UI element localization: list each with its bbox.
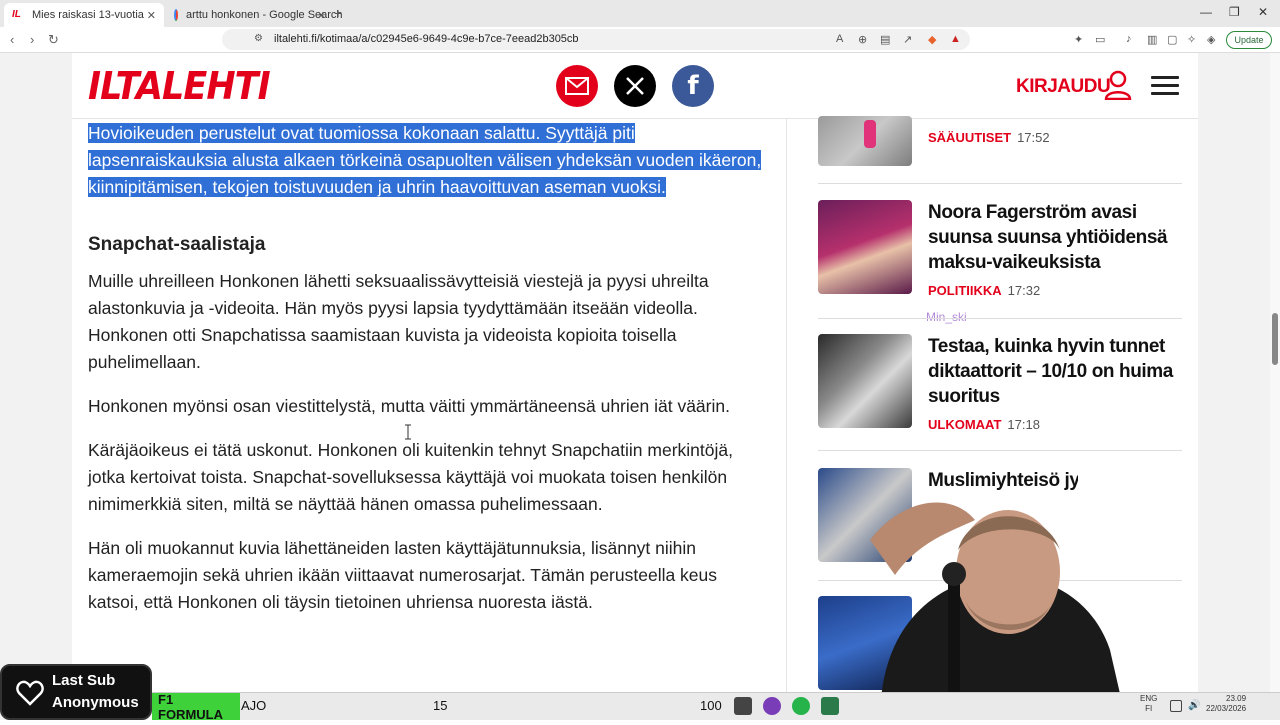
close-tab-icon[interactable]: ✕ (317, 9, 326, 22)
x-share-icon[interactable] (614, 65, 656, 107)
language-indicator[interactable]: ENG FI (1140, 694, 1157, 714)
clock-date: 22/03/2026 (1206, 704, 1247, 713)
last-sub-name: Anonymous (52, 694, 139, 711)
email-share-icon[interactable] (556, 65, 598, 107)
site-logo[interactable]: ILTALEHTI (88, 64, 271, 108)
forward-icon[interactable]: › (30, 32, 34, 47)
ticker-text: AJO (241, 698, 267, 713)
brave-shield-icon[interactable]: ◆ (928, 33, 940, 46)
news-meta: POLITIIKKA 17:32 (928, 283, 1040, 298)
news-meta: ULKOMAAT 17:18 (928, 417, 1040, 432)
ticker-number: 100 (700, 698, 722, 713)
column-divider (786, 119, 787, 699)
minimize-icon[interactable]: — (1200, 5, 1212, 19)
article-subheading: Snapchat-saalistaja (88, 234, 266, 255)
user-icon[interactable] (1104, 70, 1132, 101)
article-body: Hovioikeuden perustelut ovat tuomiossa k… (88, 120, 768, 616)
scrollbar-thumb[interactable] (1272, 313, 1278, 365)
zoom-icon[interactable]: ⊕ (858, 33, 870, 46)
leo-icon[interactable]: ✧ (1187, 33, 1199, 46)
news-category[interactable]: ULKOMAAT (928, 417, 1001, 432)
ticker-number: 15 (433, 698, 448, 713)
wallet-icon[interactable]: ▢ (1167, 33, 1179, 46)
back-icon[interactable]: ‹ (10, 32, 14, 47)
news-category[interactable]: POLITIIKKA (928, 283, 1002, 298)
article-paragraph-highlighted: Hovioikeuden perustelut ovat tuomiossa k… (88, 120, 768, 201)
obs-icon[interactable] (763, 697, 781, 715)
article-paragraph: Muille uhreilleen Honkonen lähetti seksu… (88, 271, 709, 372)
clock[interactable]: 23.09 22/03/2026 (1206, 694, 1246, 714)
news-thumbnail[interactable] (818, 334, 912, 428)
close-tab-icon[interactable]: ✕ (147, 9, 156, 22)
address-toolbar: ‹ › ↻ ▯ ⚙ iltalehti.fi/kotimaa/a/c02945e… (0, 27, 1280, 53)
news-item[interactable]: Testaa, kuinka hyvin tunnet diktaattorit… (818, 334, 1182, 434)
rewards-icon[interactable]: ▲ (950, 33, 962, 45)
iltalehti-favicon-icon: IL (12, 9, 21, 20)
news-thumbnail[interactable] (818, 116, 912, 166)
sidebar-icon[interactable]: ▥ (1147, 33, 1159, 46)
webcam-overlay (840, 480, 1126, 720)
news-time: 17:52 (1017, 130, 1050, 145)
volume-icon[interactable]: 🔊 (1188, 700, 1200, 712)
hamburger-menu-icon[interactable] (1151, 76, 1179, 96)
selected-text[interactable]: Hovioikeuden perustelut ovat tuomiossa k… (88, 123, 762, 197)
news-separator (818, 318, 1182, 319)
text-cursor-icon (405, 424, 411, 440)
translate-icon[interactable]: A (836, 33, 848, 45)
app-icon[interactable] (821, 697, 839, 715)
heart-icon (16, 680, 44, 706)
tab-google-search[interactable]: arttu honkonen - Google Search ✕ (166, 3, 343, 27)
news-category[interactable]: SÄÄUUTISET (928, 130, 1011, 145)
close-window-icon[interactable]: ✕ (1258, 5, 1268, 19)
extensions-icon[interactable]: ✦ (1074, 33, 1086, 46)
update-button[interactable]: Update (1226, 31, 1272, 49)
news-title[interactable]: Testaa, kuinka hyvin tunnet diktaattorit… (928, 334, 1184, 409)
whatsapp-icon[interactable] (792, 697, 810, 715)
last-sub-label: Last Sub (52, 672, 116, 689)
article-paragraph: Honkonen myönsi osan viestittelystä, mut… (88, 396, 730, 416)
vpn-icon[interactable]: ◈ (1207, 33, 1219, 46)
tab-active[interactable]: IL Mies raiskasi 13-vuotiaan tytön ✕ (4, 3, 164, 27)
maximize-icon[interactable]: ❐ (1229, 5, 1240, 19)
clock-time: 23.09 (1226, 694, 1247, 703)
reader-icon[interactable]: ▤ (880, 33, 892, 46)
news-title[interactable]: Noora Fagerström avasi suunsa suunsa yht… (928, 200, 1184, 275)
article-paragraph: Hän oli muokannut kuvia lähettäneiden la… (88, 538, 718, 612)
page-scrollbar[interactable] (1270, 53, 1280, 693)
article-paragraph: Käräjäoikeus ei tätä uskonut. Honkonen o… (88, 440, 733, 514)
news-separator (818, 450, 1182, 451)
news-separator (818, 183, 1182, 184)
tab-search-icon[interactable]: ▭ (1095, 33, 1107, 46)
chat-username: Min_ski (926, 310, 967, 324)
ticker-tag: F1 FORMULA (152, 692, 240, 722)
news-item[interactable]: Noora Fagerström avasi suunsa suunsa yht… (818, 200, 1182, 300)
login-link[interactable]: KIRJAUDU (1016, 76, 1111, 98)
new-tab-icon[interactable]: + (334, 5, 342, 21)
google-favicon-icon (174, 9, 178, 21)
share-icon[interactable]: ↗ (903, 33, 915, 46)
news-time: 17:32 (1007, 283, 1041, 298)
lang-top: ENG (1140, 694, 1158, 703)
news-time: 17:18 (1007, 417, 1040, 432)
terminal-icon[interactable] (734, 697, 752, 715)
facebook-share-icon[interactable]: f (672, 65, 714, 107)
browser-tab-bar: IL Mies raiskasi 13-vuotiaan tytön ✕ art… (0, 0, 1280, 27)
url-text: iltalehti.fi/kotimaa/a/c02945e6-9649-4c9… (274, 33, 579, 45)
news-item[interactable]: SÄÄUUTISET 17:52 (818, 116, 1182, 169)
tab-title: Mies raiskasi 13-vuotiaan tytön (32, 9, 144, 21)
site-info-icon[interactable]: ⚙ (254, 33, 263, 44)
network-icon[interactable] (1170, 700, 1182, 712)
music-icon[interactable]: ♪ (1126, 33, 1138, 45)
lang-bottom: FI (1145, 704, 1153, 713)
news-meta: SÄÄUUTISET 17:52 (928, 130, 1050, 145)
last-sub-widget: Last Sub Anonymous (0, 664, 152, 720)
news-thumbnail[interactable] (818, 200, 912, 294)
reload-icon[interactable]: ↻ (48, 32, 59, 48)
